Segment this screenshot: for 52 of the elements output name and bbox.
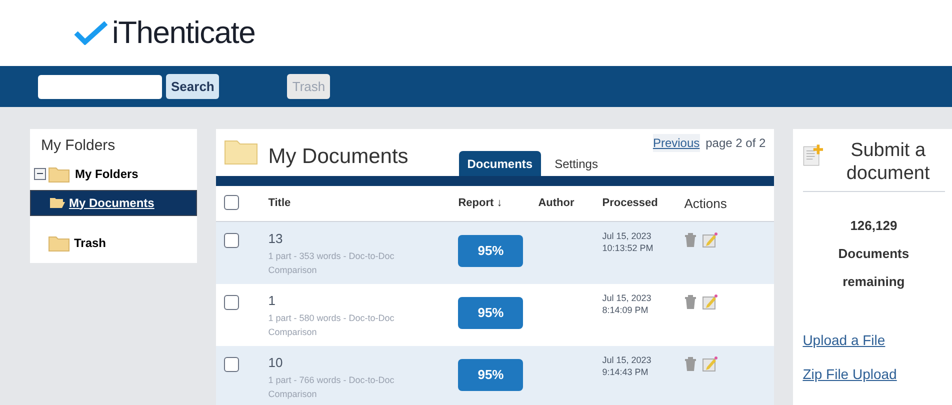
folder-label[interactable]: My Folders [75, 164, 138, 182]
open-folder-icon [49, 196, 65, 209]
document-meta: 1 part - 353 words - Doc-to-Doc Comparison [268, 250, 396, 276]
document-title[interactable]: 13 [268, 229, 458, 248]
edit-icon[interactable] [702, 294, 718, 310]
page-indicator: page 2 of 2 [706, 135, 766, 152]
checkbox[interactable] [224, 357, 240, 372]
edit-icon[interactable] [702, 356, 718, 372]
checkmark-logo-icon [74, 21, 108, 45]
checkbox[interactable] [224, 295, 240, 310]
folder-icon [48, 164, 70, 182]
checkbox[interactable] [224, 195, 240, 210]
trash-icon[interactable] [684, 232, 698, 248]
folder-icon [48, 234, 70, 252]
column-header[interactable]: Report ↓ [458, 197, 502, 210]
count-label: Documents [837, 245, 910, 263]
processed-date: Jul 15, 2023 [602, 354, 652, 366]
column-header: Actions [684, 196, 727, 211]
folder-item[interactable]: Trash [30, 230, 198, 256]
documents-count: 126,129 [849, 217, 898, 235]
folder-item[interactable]: My Documents [30, 190, 198, 216]
upload-link[interactable]: Zip File Upload [802, 364, 952, 385]
count-label: remaining [842, 273, 906, 291]
similarity-score-button[interactable]: 95% [458, 359, 524, 391]
document-title[interactable]: 1 [268, 291, 458, 310]
processed-time: 10:13:52 PM [602, 242, 654, 254]
column-header[interactable]: Author [538, 197, 574, 210]
tab[interactable]: Documents [459, 151, 541, 176]
processed-date: Jul 15, 2023 [602, 292, 652, 304]
collapse-icon[interactable] [34, 168, 46, 180]
upload-link[interactable]: Upload a File [802, 330, 952, 351]
trash-icon[interactable] [684, 294, 698, 310]
panel-title: My Folders [40, 136, 116, 156]
document-meta: 1 part - 766 words - Doc-to-Doc Comparison [268, 374, 396, 400]
page-title: My Documents [268, 144, 408, 170]
similarity-score-button[interactable]: 95% [458, 235, 524, 267]
processed-time: 9:14:43 PM [602, 366, 650, 378]
column-header[interactable]: Processed [602, 197, 658, 210]
search-button[interactable]: Search [166, 74, 220, 99]
checkbox[interactable] [224, 233, 240, 248]
edit-icon[interactable] [702, 232, 718, 248]
search-field[interactable] [38, 74, 162, 98]
column-header[interactable]: Title [268, 197, 291, 210]
panel-title: Submit a document [845, 139, 931, 185]
logo: iThenticate [112, 14, 256, 52]
processed-date: Jul 15, 2023 [602, 230, 652, 242]
document-title[interactable]: 10 [268, 353, 458, 372]
similarity-score-button[interactable]: 95% [458, 297, 524, 329]
document-meta: 1 part - 580 words - Doc-to-Doc Comparison [268, 312, 396, 338]
previous-link[interactable]: Previous [652, 134, 700, 152]
processed-time: 8:14:09 PM [602, 304, 650, 316]
trash-icon[interactable] [684, 356, 698, 372]
